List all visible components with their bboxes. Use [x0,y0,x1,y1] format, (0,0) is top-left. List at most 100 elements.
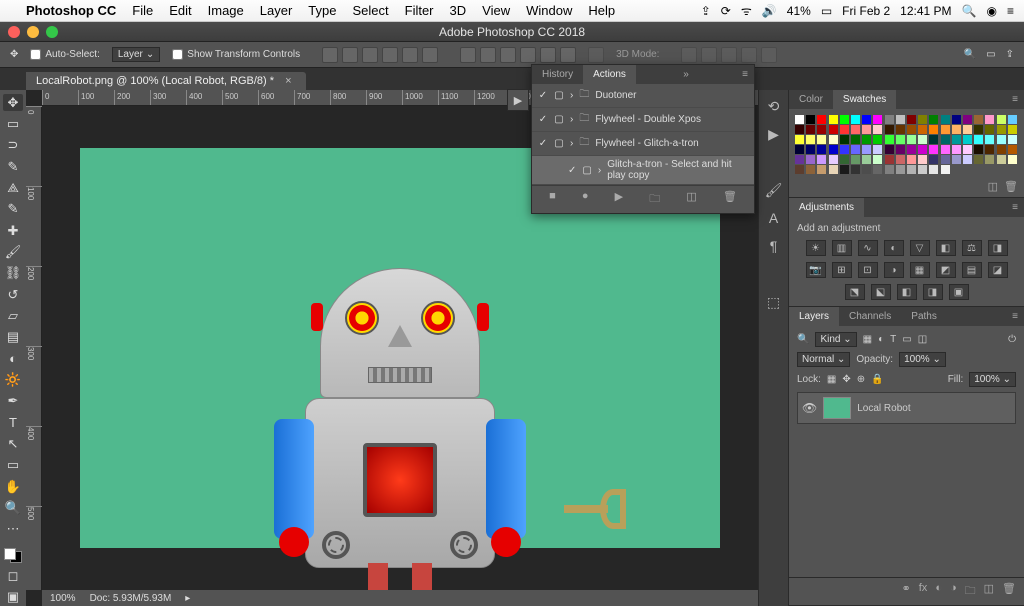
auto-align-icon[interactable] [588,47,604,63]
record-icon[interactable]: ● [582,190,589,209]
swatch[interactable] [941,135,950,144]
hand-tool[interactable]: ✋ [3,478,23,495]
new-action-icon[interactable]: ◫ [686,190,696,209]
swatch[interactable] [985,115,994,124]
collapse-panel-icon[interactable]: » [677,65,695,84]
play-icon[interactable]: ▶ [615,190,623,209]
swatch[interactable] [918,115,927,124]
spotlight-icon[interactable]: 🔍 [962,4,977,18]
layer-thumbnail[interactable] [823,397,851,419]
swatch[interactable] [963,115,972,124]
zoom-button[interactable] [46,26,58,38]
dropbox-icon[interactable]: ⇪ [701,4,711,18]
swatch[interactable] [929,145,938,154]
swatch[interactable] [795,145,804,154]
tab-layers[interactable]: Layers [789,307,839,326]
shape-tool[interactable]: ▭ [3,457,23,474]
swatch[interactable] [985,155,994,164]
swatch[interactable] [974,135,983,144]
menu-file[interactable]: File [132,3,153,18]
delete-action-icon[interactable]: 🗑 [723,190,737,209]
auto-select-target[interactable]: Layer⌄ [112,47,160,62]
swatch[interactable] [840,125,849,134]
swatch[interactable] [817,155,826,164]
align-left-icon[interactable] [322,47,338,63]
type-tool[interactable]: T [3,414,23,431]
adj5-icon[interactable]: ▣ [949,284,969,300]
menu-type[interactable]: Type [308,3,336,18]
swatch[interactable] [806,165,815,174]
doc-size[interactable]: Doc: 5.93M/5.93M [90,593,172,604]
3d-roll-icon[interactable] [701,47,717,63]
swatch[interactable] [862,115,871,124]
workspace-icon[interactable]: ▭ [986,49,995,60]
delete-layer-icon[interactable]: 🗑 [1002,582,1016,601]
path-select-tool[interactable]: ↖ [3,435,23,452]
swatch[interactable] [929,155,938,164]
photo-filter-icon[interactable]: 📷 [806,262,826,278]
swatch[interactable] [974,155,983,164]
swatch[interactable] [817,165,826,174]
link-layers-icon[interactable]: ⚭ [902,582,911,601]
adj1-icon[interactable]: ⬔ [845,284,865,300]
swatch[interactable] [873,135,882,144]
menu-help[interactable]: Help [588,3,615,18]
layer-item[interactable]: 👁 Local Robot [797,392,1016,424]
gradient-tool[interactable]: ▤ [3,329,23,346]
swatch[interactable] [896,165,905,174]
menu-select[interactable]: Select [352,3,388,18]
ruler-vertical[interactable]: 0100200300400500 [26,106,42,590]
layer-style-icon[interactable]: fx [919,582,928,601]
fill-input[interactable]: 100% ⌄ [969,372,1016,387]
swatch[interactable] [941,115,950,124]
3d-zoom-icon[interactable] [761,47,777,63]
swatch[interactable] [997,125,1006,134]
layer-filter-kind[interactable]: Kind ⌄ [815,332,856,347]
panel-menu-icon[interactable]: ≡ [1006,90,1024,109]
3d-orbit-icon[interactable] [681,47,697,63]
swatch[interactable] [997,145,1006,154]
swatch[interactable] [1008,115,1017,124]
swatch[interactable] [829,165,838,174]
swatch[interactable] [873,165,882,174]
wifi-icon[interactable]: ᯤ [741,2,752,19]
swatch[interactable] [795,125,804,134]
panel-menu-icon[interactable]: ≡ [736,65,754,84]
tab-history[interactable]: History [532,65,583,84]
tab-channels[interactable]: Channels [839,307,901,326]
swatch[interactable] [806,135,815,144]
levels-icon[interactable]: ▥ [832,240,852,256]
action-row[interactable]: ✓▢›🗀Flywheel - Double Xpos [532,108,754,132]
swatch[interactable] [885,135,894,144]
swatch[interactable] [963,155,972,164]
posterize-icon[interactable]: ▦ [910,262,930,278]
delete-swatch-icon[interactable]: 🗑 [1004,180,1018,193]
swatch[interactable] [862,155,871,164]
sync-icon[interactable]: ⟳ [721,4,731,18]
swatch[interactable] [941,155,950,164]
align-top-icon[interactable] [382,47,398,63]
swatch[interactable] [896,135,905,144]
swatch[interactable] [918,135,927,144]
tab-paths[interactable]: Paths [901,307,947,326]
swatch[interactable] [862,165,871,174]
swatch[interactable] [885,165,894,174]
swatch[interactable] [1008,125,1017,134]
action-row[interactable]: ✓▢›🗀Duotoner [532,84,754,108]
swatch[interactable] [851,115,860,124]
swatch[interactable] [985,125,994,134]
swatch[interactable] [952,145,961,154]
swatch[interactable] [806,125,815,134]
swatch[interactable] [817,145,826,154]
foreground-background-colors[interactable] [4,548,22,564]
layer-name[interactable]: Local Robot [857,403,910,414]
swatch[interactable] [941,145,950,154]
gradient-map-icon[interactable]: ▤ [962,262,982,278]
auto-select-checkbox[interactable]: Auto-Select: [30,49,99,60]
marquee-tool[interactable]: ▭ [3,115,23,132]
lasso-tool[interactable]: ⊃ [3,137,23,154]
invert-icon[interactable]: ◑ [884,262,904,278]
swatch[interactable] [885,155,894,164]
swatch[interactable] [806,145,815,154]
history-brush-tool[interactable]: ↺ [3,286,23,303]
